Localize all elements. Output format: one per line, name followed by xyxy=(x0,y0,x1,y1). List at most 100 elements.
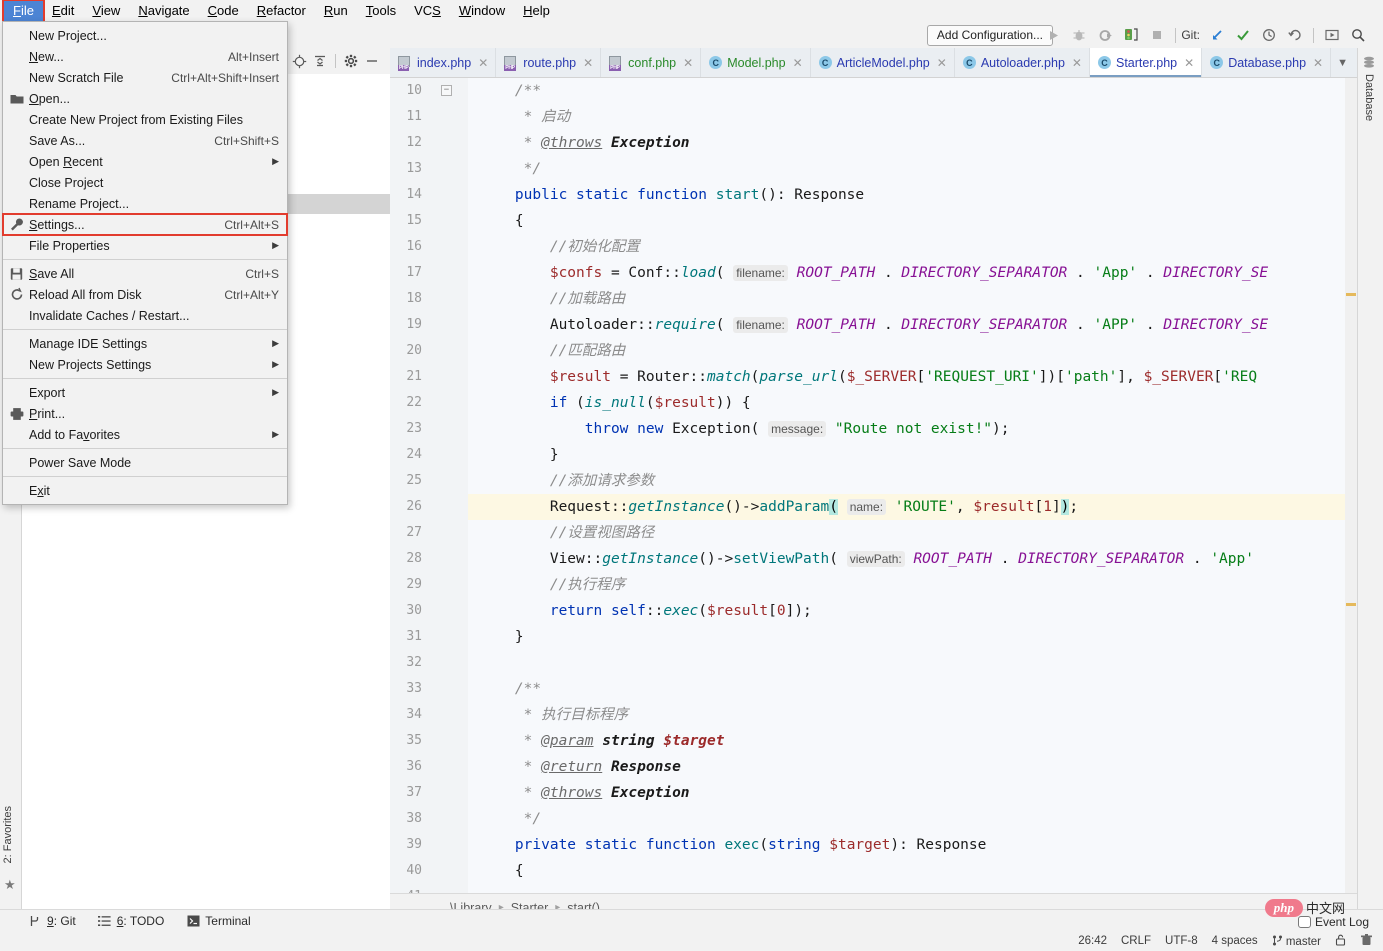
editor-tab-model-php[interactable]: CModel.php✕ xyxy=(701,48,810,77)
line-number[interactable]: 20 xyxy=(390,338,468,364)
file-menu-item-manage-ide-settings[interactable]: Manage IDE Settings▶ xyxy=(3,333,287,354)
caret-position[interactable]: 26:42 xyxy=(1078,935,1107,947)
code-line[interactable]: */ xyxy=(468,156,1357,182)
code-line[interactable]: $result = Router::match(parse_url($_SERV… xyxy=(468,364,1357,390)
profile-icon[interactable] xyxy=(1118,24,1144,46)
menu-help[interactable]: Help xyxy=(514,1,559,21)
line-number[interactable]: 31 xyxy=(390,624,468,650)
code-line[interactable]: * @return Response xyxy=(468,754,1357,780)
menu-run[interactable]: Run xyxy=(315,1,357,21)
run-with-coverage-icon[interactable] xyxy=(1092,24,1118,46)
menu-tools[interactable]: Tools xyxy=(357,1,405,21)
line-number[interactable]: 13 xyxy=(390,156,468,182)
run-icon[interactable] xyxy=(1040,24,1066,46)
code-line[interactable]: Request::getInstance()->addParam( name: … xyxy=(468,494,1357,520)
file-menu-item-invalidate-caches-restart[interactable]: Invalidate Caches / Restart... xyxy=(3,305,287,326)
line-number[interactable]: 12 xyxy=(390,130,468,156)
close-icon[interactable]: ✕ xyxy=(1072,56,1082,70)
code-line[interactable]: */ xyxy=(468,806,1357,832)
tool-window-6-todo[interactable]: 6: TODO xyxy=(98,914,165,928)
code-line[interactable]: throw new Exception( message: "Route not… xyxy=(468,416,1357,442)
code-line[interactable]: //添加请求参数 xyxy=(468,468,1357,494)
line-number[interactable]: 28 xyxy=(390,546,468,572)
file-menu-item-open[interactable]: Open... xyxy=(3,88,287,109)
code-line[interactable]: } xyxy=(468,624,1357,650)
line-number[interactable]: 19 xyxy=(390,312,468,338)
code-line[interactable]: public static function start(): Response xyxy=(468,182,1357,208)
line-number[interactable]: 11 xyxy=(390,104,468,130)
file-menu-item-print[interactable]: Print... xyxy=(3,403,287,424)
file-menu-item-new[interactable]: New...Alt+Insert xyxy=(3,46,287,67)
line-number[interactable]: 30 xyxy=(390,598,468,624)
editor-tab-conf-php[interactable]: PHPconf.php✕ xyxy=(601,48,701,77)
file-encoding[interactable]: UTF-8 xyxy=(1165,935,1198,947)
editor-tab-database-php[interactable]: CDatabase.php✕ xyxy=(1202,48,1331,77)
line-number[interactable]: 26 xyxy=(390,494,468,520)
code-text[interactable]: /** * 启动 * @throws Exception */ public s… xyxy=(468,78,1357,893)
code-line[interactable]: * @throws Exception xyxy=(468,780,1357,806)
line-number[interactable]: 17 xyxy=(390,260,468,286)
indent-setting[interactable]: 4 spaces xyxy=(1212,935,1258,947)
line-number[interactable]: 35 xyxy=(390,728,468,754)
scrollbar-marker-strip[interactable] xyxy=(1345,78,1357,893)
file-menu-item-power-save-mode[interactable]: Power Save Mode xyxy=(3,452,287,473)
line-number[interactable]: 29 xyxy=(390,572,468,598)
stop-icon[interactable] xyxy=(1144,24,1170,46)
code-line[interactable]: //设置视图路径 xyxy=(468,520,1357,546)
commit-icon[interactable] xyxy=(1230,24,1256,46)
file-menu-item-new-project[interactable]: New Project... xyxy=(3,25,287,46)
editor-tab-starter-php[interactable]: CStarter.php✕ xyxy=(1090,48,1202,77)
search-everywhere-icon[interactable] xyxy=(1345,24,1371,46)
file-menu-item-new-scratch-file[interactable]: New Scratch FileCtrl+Alt+Shift+Insert xyxy=(3,67,287,88)
menu-refactor[interactable]: Refactor xyxy=(248,1,315,21)
line-number[interactable]: 38 xyxy=(390,806,468,832)
code-line[interactable] xyxy=(468,650,1357,676)
file-menu-item-reload-all-from-disk[interactable]: Reload All from DiskCtrl+Alt+Y xyxy=(3,284,287,305)
editor-tab-index-php[interactable]: PHPindex.php✕ xyxy=(390,48,496,77)
close-icon[interactable]: ✕ xyxy=(683,56,693,70)
line-number[interactable]: 23 xyxy=(390,416,468,442)
history-icon[interactable] xyxy=(1256,24,1282,46)
line-number[interactable]: 10− xyxy=(390,78,468,104)
close-icon[interactable]: ✕ xyxy=(1313,56,1323,70)
line-number-gutter[interactable]: 10−11121314−1516171819202122−23242526272… xyxy=(390,78,468,893)
menu-view[interactable]: View xyxy=(83,1,129,21)
code-line[interactable] xyxy=(468,884,1357,893)
code-line[interactable]: * 启动 xyxy=(468,104,1357,130)
code-line[interactable]: /** xyxy=(468,676,1357,702)
editor-tab-route-php[interactable]: PHProute.php✕ xyxy=(496,48,601,77)
editor-tab-autoloader-php[interactable]: CAutoloader.php✕ xyxy=(955,48,1090,77)
code-line[interactable]: //初始化配置 xyxy=(468,234,1357,260)
code-line[interactable]: $confs = Conf::load( filename: ROOT_PATH… xyxy=(468,260,1357,286)
code-line[interactable]: //匹配路由 xyxy=(468,338,1357,364)
file-menu-item-settings[interactable]: Settings...Ctrl+Alt+S xyxy=(3,214,287,235)
file-menu-item-export[interactable]: Export▶ xyxy=(3,382,287,403)
select-in-icon[interactable] xyxy=(1319,24,1345,46)
favorites-star-icon[interactable]: ★ xyxy=(4,877,16,893)
file-menu-item-save-as[interactable]: Save As...Ctrl+Shift+S xyxy=(3,130,287,151)
file-menu-item-new-projects-settings[interactable]: New Projects Settings▶ xyxy=(3,354,287,375)
fold-collapse-icon[interactable]: − xyxy=(441,85,452,96)
line-number[interactable]: 22− xyxy=(390,390,468,416)
file-menu-item-open-recent[interactable]: Open Recent▶ xyxy=(3,151,287,172)
code-line[interactable]: if (is_null($result)) { xyxy=(468,390,1357,416)
close-icon[interactable]: ✕ xyxy=(937,56,947,70)
sidebar-item-database[interactable]: Database xyxy=(1362,56,1376,121)
code-line[interactable]: * 执行目标程序 xyxy=(468,702,1357,728)
line-number[interactable]: 14− xyxy=(390,182,468,208)
line-number[interactable]: 37 xyxy=(390,780,468,806)
unlock-icon[interactable] xyxy=(1335,934,1346,949)
line-number[interactable]: 15 xyxy=(390,208,468,234)
code-line[interactable]: * @throws Exception xyxy=(468,130,1357,156)
code-line[interactable]: //加载路由 xyxy=(468,286,1357,312)
code-line[interactable]: //执行程序 xyxy=(468,572,1357,598)
file-menu-item-create-new-project-from-existing-files[interactable]: Create New Project from Existing Files xyxy=(3,109,287,130)
editor-tab-articlemodel-php[interactable]: CArticleModel.php✕ xyxy=(811,48,955,77)
file-menu-dropdown[interactable]: New Project...New...Alt+InsertNew Scratc… xyxy=(2,21,288,505)
code-line[interactable]: private static function exec(string $tar… xyxy=(468,832,1357,858)
code-line[interactable]: { xyxy=(468,208,1357,234)
tool-window-9-git[interactable]: 9: Git xyxy=(28,914,76,928)
code-editor[interactable]: 10−11121314−1516171819202122−23242526272… xyxy=(390,78,1357,893)
file-menu-item-close-project[interactable]: Close Project xyxy=(3,172,287,193)
file-menu-item-file-properties[interactable]: File Properties▶ xyxy=(3,235,287,256)
